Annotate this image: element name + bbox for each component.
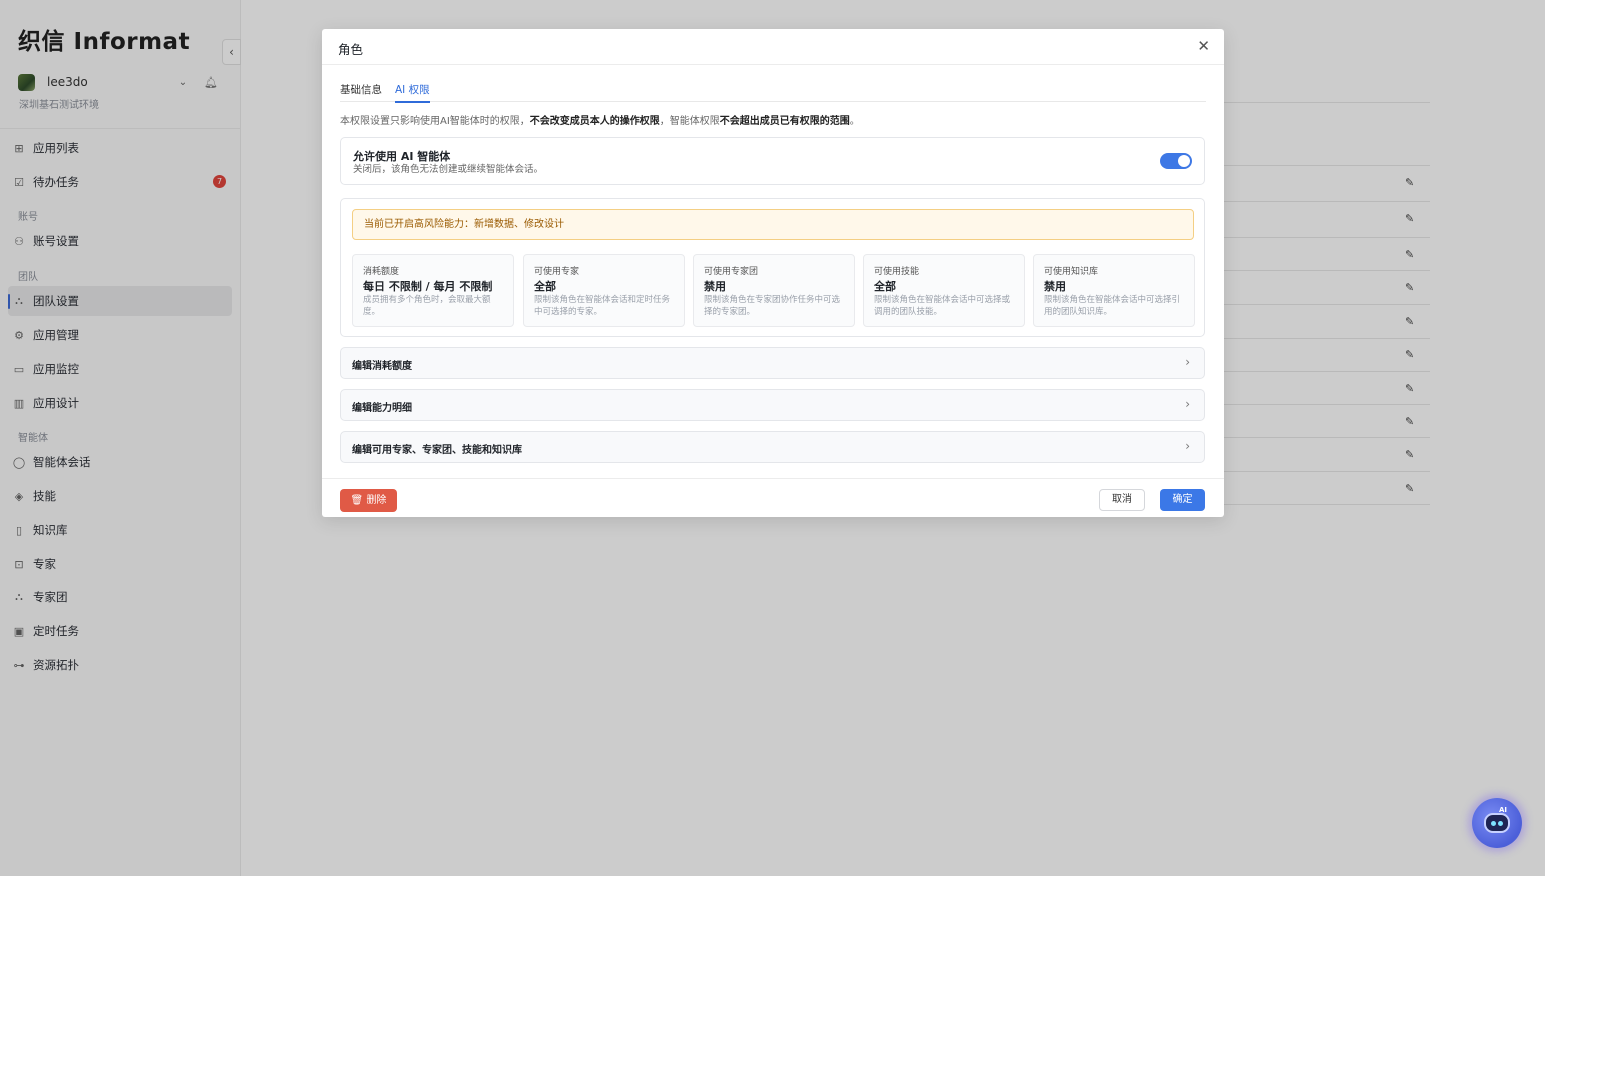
confirm-button[interactable]: 确定	[1160, 489, 1205, 511]
role-modal: 角色 ✕ 基础信息 AI 权限 本权限设置只影响使用AI智能体时的权限，不会改变…	[322, 29, 1224, 517]
robot-icon	[1484, 813, 1510, 833]
description-text: ，智能体权限	[659, 116, 720, 127]
row-label: 编辑可用专家、专家团、技能和知识库	[352, 445, 522, 456]
metric-expert-teams: 可使用专家团 禁用 限制该角色在专家团协作任务中可选择的专家团。	[693, 254, 855, 327]
allow-agent-subtitle: 关闭后，该角色无法创建或继续智能体会话。	[353, 164, 544, 175]
metric-quota: 消耗额度 每日 不限制 / 每月 不限制 成员拥有多个角色时，会取最大额度。	[352, 254, 514, 327]
close-icon[interactable]: ✕	[1197, 37, 1210, 55]
metric-desc: 限制该角色在智能体会话和定时任务中可选择的专家。	[534, 295, 671, 317]
metric-value: 全部	[874, 280, 896, 293]
metric-desc: 成员拥有多个角色时，会取最大额度。	[363, 295, 491, 317]
allow-agent-toggle[interactable]	[1160, 153, 1192, 169]
modal-footer: 🗑︎ 删除 取消 确定	[322, 478, 1224, 517]
ai-assistant-button[interactable]: AI	[1472, 798, 1522, 848]
row-label: 编辑能力明细	[352, 403, 412, 414]
tab-basic-info[interactable]: 基础信息	[340, 82, 382, 102]
row-label: 编辑消耗额度	[352, 361, 412, 372]
metric-desc: 限制该角色在专家团协作任务中可选择的专家团。	[704, 295, 841, 317]
chevron-right-icon: ›	[1185, 439, 1190, 453]
metric-label: 可使用专家	[534, 267, 580, 277]
metric-value: 禁用	[704, 280, 726, 293]
metric-experts: 可使用专家 全部 限制该角色在智能体会话和定时任务中可选择的专家。	[523, 254, 685, 327]
metric-label: 可使用专家团	[704, 267, 759, 277]
metric-label: 消耗额度	[363, 267, 400, 277]
ai-tag-icon: AI	[1499, 806, 1508, 814]
edit-quota-row[interactable]: 编辑消耗额度 ›	[340, 347, 1205, 379]
metric-label: 可使用知识库	[1044, 267, 1099, 277]
metric-desc: 限制该角色在智能体会话中可选择引用的团队知识库。	[1044, 295, 1181, 317]
metric-value: 每日 不限制 / 每月 不限制	[363, 280, 493, 293]
metric-knowledge-bases: 可使用知识库 禁用 限制该角色在智能体会话中可选择引用的团队知识库。	[1033, 254, 1195, 327]
tab-ai-permissions[interactable]: AI 权限	[395, 82, 430, 103]
capability-summary-card: 当前已开启高风险能力：新增数据、修改设计 消耗额度 每日 不限制 / 每月 不限…	[340, 198, 1205, 337]
high-risk-warning: 当前已开启高风险能力：新增数据、修改设计	[352, 209, 1194, 240]
metric-value: 全部	[534, 280, 556, 293]
description-text: 本权限设置只影响使用AI智能体时的权限，	[340, 116, 530, 127]
description-bold: 不会超出成员已有权限的范围	[719, 116, 850, 127]
chevron-right-icon: ›	[1185, 397, 1190, 411]
metric-desc: 限制该角色在智能体会话中可选择或调用的团队技能。	[874, 295, 1011, 317]
trash-icon: 🗑︎	[350, 495, 364, 506]
allow-agent-card: 允许使用 AI 智能体 关闭后，该角色无法创建或继续智能体会话。	[340, 137, 1205, 185]
delete-button-label: 删除	[366, 495, 387, 506]
metric-label: 可使用技能	[874, 267, 920, 277]
modal-title: 角色	[338, 42, 364, 57]
description-bold: 不会改变成员本人的操作权限	[529, 116, 660, 127]
delete-button[interactable]: 🗑︎ 删除	[340, 489, 397, 512]
modal-header: 角色 ✕	[322, 29, 1224, 65]
edit-capability-row[interactable]: 编辑能力明细 ›	[340, 389, 1205, 421]
permission-description: 本权限设置只影响使用AI智能体时的权限，不会改变成员本人的操作权限，智能体权限不…	[340, 112, 860, 127]
app-window: 织信 Informat lee3do ⌄ 🔔︎ 深圳基石测试环境 ⊞ 应用列表 …	[0, 0, 1545, 876]
chevron-right-icon: ›	[1185, 355, 1190, 369]
metric-value: 禁用	[1044, 280, 1066, 293]
cancel-button[interactable]: 取消	[1099, 489, 1145, 511]
metric-skills: 可使用技能 全部 限制该角色在智能体会话中可选择或调用的团队技能。	[863, 254, 1025, 327]
modal-tabs: 基础信息 AI 权限	[340, 78, 1206, 103]
edit-resources-row[interactable]: 编辑可用专家、专家团、技能和知识库 ›	[340, 431, 1205, 463]
description-text: 。	[849, 116, 860, 127]
